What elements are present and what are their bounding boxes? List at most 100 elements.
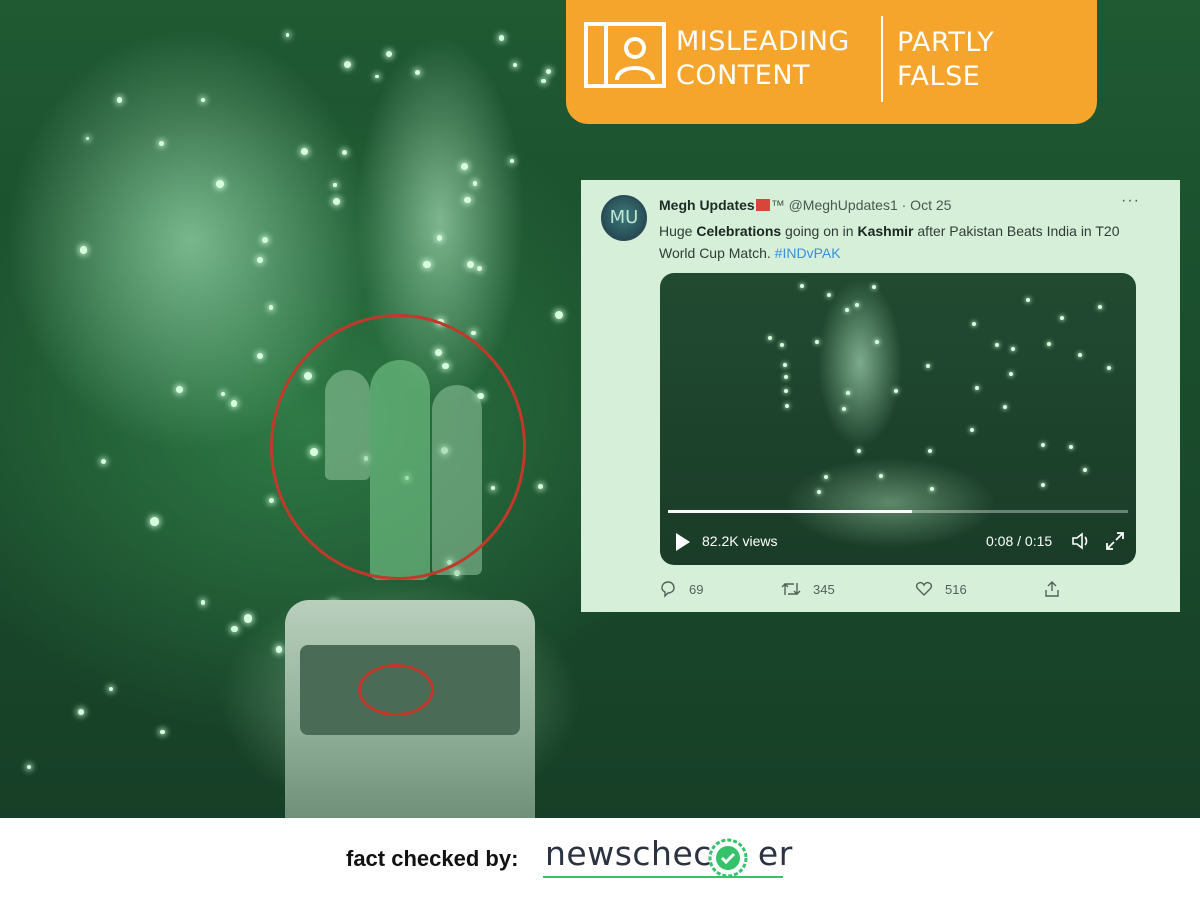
spark (201, 97, 206, 103)
badge-category-line1: MISLEADING (676, 26, 850, 57)
spark (269, 497, 275, 503)
spark (79, 246, 88, 254)
spark (375, 75, 379, 79)
video-progress-bar[interactable] (668, 510, 1128, 513)
tweet-text: Huge Celebrations going on in Kashmir af… (659, 220, 1139, 264)
spark (261, 236, 268, 243)
spark (1009, 371, 1014, 376)
spark (256, 352, 264, 360)
spark (855, 303, 860, 308)
play-icon[interactable] (676, 533, 690, 551)
spark (878, 474, 883, 479)
spark (464, 197, 471, 204)
reply-icon (661, 581, 675, 598)
spark (472, 181, 478, 186)
badge-verdict-line2: FALSE (897, 61, 981, 92)
spark (546, 68, 551, 74)
highlight-circle-car-sticker (358, 664, 434, 716)
spark (423, 261, 431, 269)
avatar[interactable]: MU (601, 195, 647, 241)
spark (767, 336, 772, 341)
spark (244, 614, 253, 623)
checkmark-badge-icon (708, 838, 748, 878)
spark (116, 96, 123, 103)
hashtag-link[interactable]: #INDvPAK (775, 245, 841, 261)
tweet-handle-date[interactable]: @MeghUpdates1 · Oct 25 (789, 197, 952, 213)
spark (510, 158, 515, 163)
spark (476, 266, 483, 272)
spark (930, 486, 935, 491)
spark (1046, 341, 1051, 346)
newschecker-logo: newschec er (545, 834, 793, 873)
video-views: 82.2K views (702, 533, 778, 549)
spark (1040, 442, 1045, 447)
spark (928, 448, 933, 453)
reply-count: 69 (689, 581, 704, 597)
spark (498, 34, 505, 41)
spark (826, 293, 831, 298)
spark (460, 162, 468, 170)
spark (341, 149, 347, 155)
tweet-text-bold: Kashmir (857, 223, 914, 239)
trademark-symbol: ™ (770, 197, 785, 213)
spark (894, 389, 899, 394)
share-button[interactable] (1043, 580, 1073, 598)
tweet-header: Megh Updates ™ @MeghUpdates1 · Oct 25 (659, 197, 951, 213)
spark (159, 140, 165, 146)
spark (108, 687, 113, 692)
spark (783, 362, 788, 367)
reply-button[interactable]: 69 (659, 580, 703, 598)
spark (784, 374, 789, 379)
volume-icon[interactable] (1070, 530, 1092, 552)
spark (220, 391, 225, 396)
like-button[interactable]: 516 (915, 580, 967, 598)
image-frame-icon (584, 22, 666, 88)
spark (231, 625, 238, 632)
spark (332, 198, 340, 206)
spark (824, 474, 829, 479)
badge-category-line2: CONTENT (676, 60, 811, 91)
spark (85, 136, 90, 141)
share-icon (1045, 581, 1059, 597)
siren-emoji-icon (755, 199, 770, 211)
tweet-author-name[interactable]: Megh Updates (659, 197, 755, 213)
spark (268, 305, 274, 310)
like-count: 516 (945, 581, 967, 597)
spark (1106, 365, 1111, 370)
retweet-button[interactable]: 345 (781, 580, 835, 598)
spark (783, 389, 788, 394)
spark (471, 330, 476, 336)
spark (159, 729, 165, 735)
heart-icon (915, 581, 933, 596)
spark (1083, 468, 1088, 472)
spark (842, 407, 847, 412)
footer: fact checked by: newschec er (0, 818, 1200, 900)
spark (538, 484, 544, 490)
spark (541, 78, 546, 84)
spark (1025, 298, 1030, 303)
brand-underline (543, 876, 783, 878)
spark (780, 342, 785, 347)
spark (554, 310, 564, 320)
spark (972, 321, 977, 326)
spark (343, 60, 351, 69)
spark (1097, 304, 1102, 309)
spark (1011, 346, 1016, 351)
tweet-text-bold: Celebrations (696, 223, 782, 239)
fullscreen-icon[interactable] (1104, 530, 1126, 552)
video-player[interactable]: 82.2K views 0:08 / 0:15 (660, 273, 1136, 565)
spark (799, 283, 804, 288)
retweet-icon (781, 583, 801, 595)
spark (26, 764, 31, 769)
more-options-icon[interactable]: ··· (1121, 192, 1140, 210)
spark (276, 646, 283, 653)
spark (857, 448, 862, 453)
spark (200, 599, 206, 605)
spark (1078, 352, 1083, 357)
spark (995, 342, 1000, 347)
brand-text-right: er (757, 834, 793, 873)
spark (230, 400, 238, 407)
badge-verdict-line1: PARTLY (897, 27, 995, 58)
spark (77, 708, 84, 715)
spark (925, 364, 930, 369)
